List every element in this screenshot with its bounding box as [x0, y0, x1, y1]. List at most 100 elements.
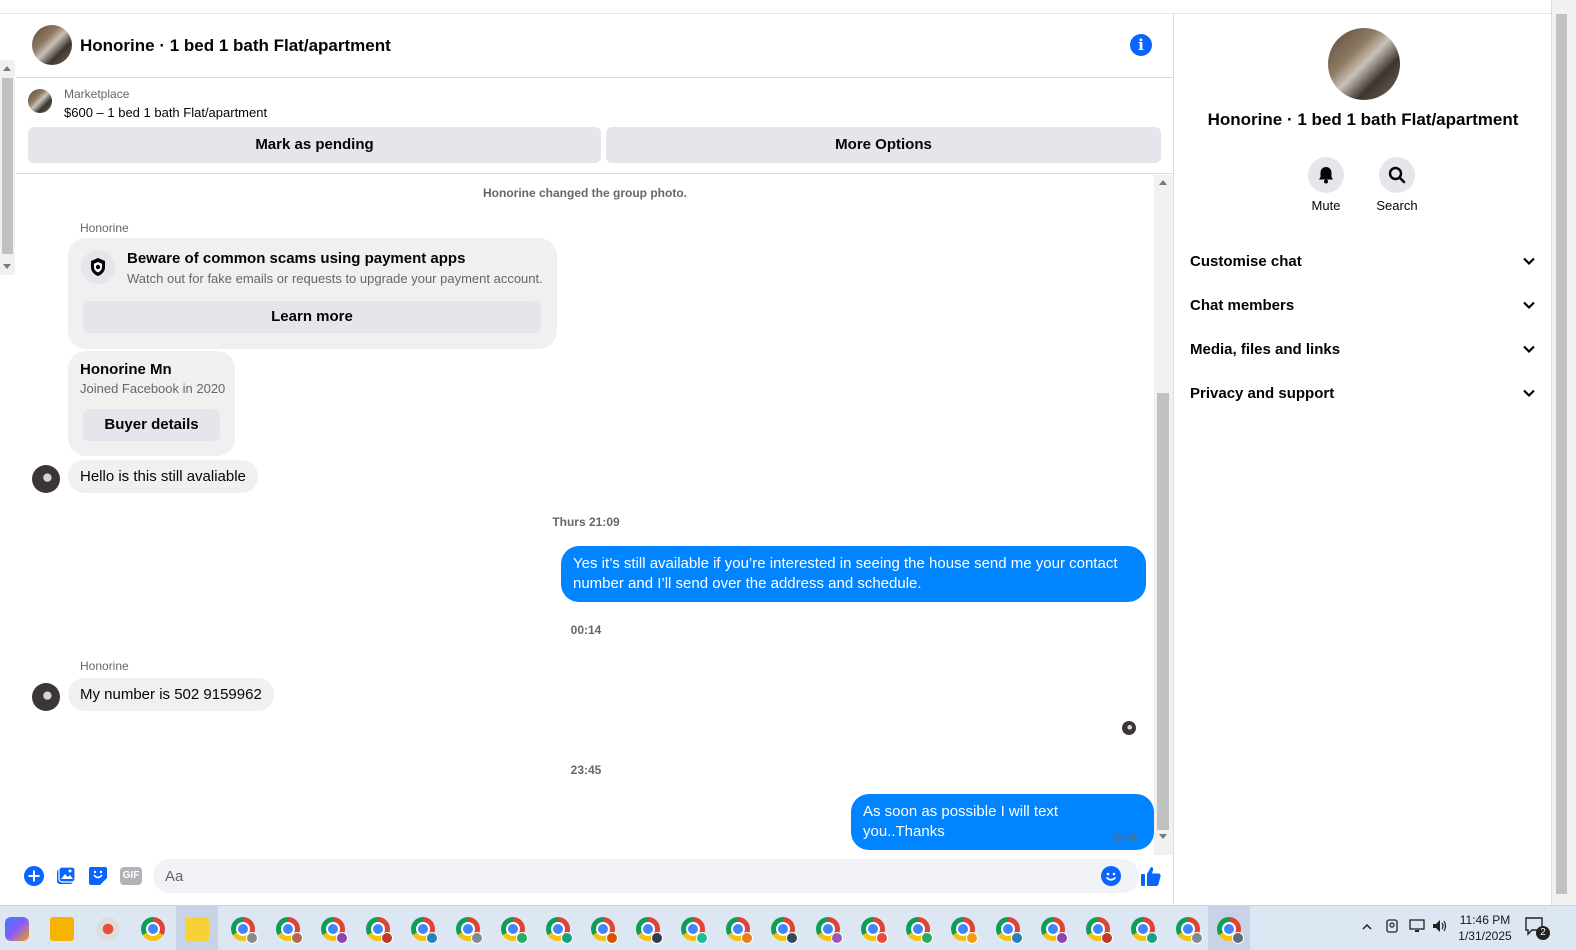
chat-members-section[interactable]: Chat members — [1174, 283, 1552, 327]
chat-header: Honorine · 1 bed 1 bath Flat/apartment i — [16, 14, 1173, 78]
system-clock[interactable]: 11:46 PM 1/31/2025 — [1448, 912, 1522, 944]
scam-title: Beware of common scams using payment app… — [127, 250, 466, 267]
mute-button[interactable] — [1308, 157, 1344, 193]
chrome-profile-icon[interactable] — [231, 917, 258, 944]
scam-body: Watch out for fake emails or requests to… — [127, 271, 543, 286]
mark-as-pending-button[interactable]: Mark as pending — [28, 127, 601, 163]
copilot-icon[interactable] — [5, 917, 29, 941]
chrome-profile-icon[interactable] — [456, 917, 483, 944]
info-icon[interactable]: i — [1130, 34, 1152, 56]
browser-top-strip — [0, 0, 1576, 14]
learn-more-button[interactable]: Learn more — [83, 301, 541, 333]
network-icon[interactable] — [1408, 918, 1426, 934]
chrome-profile-icon[interactable] — [726, 917, 753, 944]
clock-time: 11:46 PM — [1459, 913, 1511, 927]
notification-icon[interactable]: 2 — [1524, 916, 1550, 940]
search-button[interactable] — [1379, 157, 1415, 193]
gif-icon[interactable]: GIF — [120, 867, 142, 885]
bell-icon — [1319, 167, 1333, 184]
chat-title[interactable]: Honorine · 1 bed 1 bath Flat/apartment — [80, 36, 391, 56]
chrome-profile-icon[interactable] — [1217, 917, 1244, 944]
windows-taskbar: 11:46 PM 1/31/2025 2 — [0, 905, 1576, 950]
chrome-profile-icon[interactable] — [1086, 917, 1113, 944]
message-list: Honorine changed the group photo. Honori… — [16, 175, 1154, 855]
buyer-details-button[interactable]: Buyer details — [83, 409, 220, 441]
timestamp: 00:14 — [570, 623, 602, 637]
chrome-profile-icon[interactable] — [771, 917, 798, 944]
notification-badge: 2 — [1536, 926, 1550, 940]
more-options-button[interactable]: More Options — [606, 127, 1161, 163]
scam-warning-card: Beware of common scams using payment app… — [68, 238, 557, 349]
chrome-profile-icon[interactable] — [546, 917, 573, 944]
section-label: Chat members — [1190, 297, 1295, 314]
page-scrollbar[interactable] — [1551, 0, 1576, 905]
section-label: Privacy and support — [1190, 385, 1335, 402]
buyer-name: Honorine Mn — [80, 361, 172, 378]
chrome-profile-icon[interactable] — [276, 917, 303, 944]
chevron-down-icon — [1523, 345, 1535, 354]
avatar[interactable] — [32, 683, 60, 711]
chrome-profile-icon[interactable] — [906, 917, 933, 944]
sticker-icon[interactable] — [88, 866, 108, 886]
buyer-joined: Joined Facebook in 2020 — [80, 381, 226, 396]
chevron-up-icon[interactable] — [1361, 920, 1373, 932]
timestamp: 23:45 — [570, 763, 602, 777]
section-label: Customise chat — [1190, 253, 1302, 270]
chrome-profile-icon[interactable] — [591, 917, 618, 944]
chrome-profile-icon[interactable] — [366, 917, 393, 944]
thumbs-up-icon[interactable] — [1140, 865, 1162, 887]
chrome-profile-icon[interactable] — [816, 917, 843, 944]
chrome-profile-icon[interactable] — [681, 917, 708, 944]
plus-icon[interactable] — [24, 866, 44, 886]
chrome-profile-icon[interactable] — [1176, 917, 1203, 944]
search-icon — [1388, 166, 1406, 184]
outgoing-message[interactable]: Yes it’s still available if you’re inter… — [561, 546, 1146, 602]
messages-scrollbar[interactable] — [1154, 175, 1173, 855]
avatar[interactable] — [32, 465, 60, 493]
media-files-links-section[interactable]: Media, files and links — [1174, 327, 1552, 371]
chrome-profile-icon[interactable] — [501, 917, 528, 944]
shield-icon — [81, 250, 115, 284]
buyer-card: Honorine Mn Joined Facebook in 2020 Buye… — [68, 351, 235, 456]
listing-thumbnail[interactable] — [28, 89, 52, 113]
photo-icon[interactable] — [56, 866, 76, 886]
marketplace-bar: Marketplace $600 – 1 bed 1 bath Flat/apa… — [16, 78, 1173, 174]
camera-icon[interactable] — [1384, 918, 1400, 934]
panel-title: Honorine · 1 bed 1 bath Flat/apartment — [1207, 110, 1519, 129]
incoming-message[interactable]: My number is 502 9159962 — [68, 678, 274, 711]
chrome-icon[interactable] — [141, 917, 165, 941]
mute-label: Mute — [1311, 198, 1341, 213]
chrome-profile-icon[interactable] — [636, 917, 663, 944]
chrome-profile-icon[interactable] — [321, 917, 348, 944]
chrome-profile-icon[interactable] — [951, 917, 978, 944]
sticky-notes-icon[interactable] — [185, 917, 209, 941]
sender-name: Honorine — [80, 659, 129, 673]
chrome-profile-icon[interactable] — [411, 917, 438, 944]
marketplace-label: Marketplace — [64, 87, 130, 101]
chevron-down-icon — [1523, 301, 1535, 310]
timestamp: Thurs 21:09 — [552, 515, 620, 529]
message-input[interactable] — [153, 859, 1139, 893]
section-label: Media, files and links — [1190, 341, 1341, 358]
system-note: Honorine changed the group photo. — [483, 186, 687, 200]
incoming-message[interactable]: Hello is this still avaliable — [68, 460, 258, 493]
chrome-profile-icon[interactable] — [1131, 917, 1158, 944]
chrome-profile-icon[interactable] — [996, 917, 1023, 944]
chrome-profile-icon[interactable] — [861, 917, 888, 944]
chevron-down-icon — [1523, 389, 1535, 398]
clock-date: 1/31/2025 — [1458, 929, 1512, 943]
chevron-down-icon — [1523, 257, 1535, 266]
group-photo[interactable] — [1328, 28, 1400, 100]
outgoing-message[interactable]: As soon as possible I will text you..Tha… — [851, 794, 1154, 850]
file-explorer-icon[interactable] — [50, 917, 74, 941]
privacy-support-section[interactable]: Privacy and support — [1174, 371, 1552, 415]
paint-icon[interactable] — [96, 917, 120, 941]
customise-chat-section[interactable]: Customise chat — [1174, 239, 1552, 283]
left-scrollbar[interactable] — [0, 60, 15, 275]
volume-icon[interactable] — [1431, 918, 1449, 934]
sender-name: Honorine — [80, 221, 129, 235]
chrome-profile-icon[interactable] — [1041, 917, 1068, 944]
listing-title[interactable]: $600 – 1 bed 1 bath Flat/apartment — [64, 105, 267, 120]
listing-photo[interactable] — [32, 25, 72, 65]
emoji-icon[interactable] — [1101, 866, 1121, 886]
